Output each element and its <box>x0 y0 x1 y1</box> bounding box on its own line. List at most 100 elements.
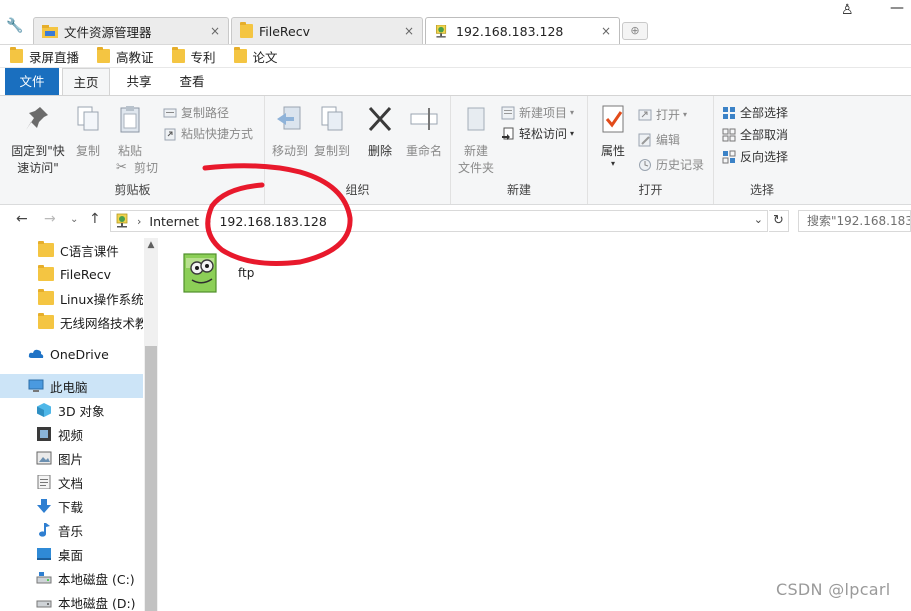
easy-access-label: 轻松访问 <box>519 127 568 141</box>
search-input[interactable]: 搜索"192.168.183.128" <box>798 210 911 232</box>
desktop-icon <box>37 548 51 560</box>
history-button[interactable]: 历史记录 <box>638 156 704 173</box>
paste-shortcut-button[interactable]: 粘贴快捷方式 <box>163 125 253 142</box>
up-arrow-icon[interactable]: ↑ <box>89 211 101 227</box>
nav-item-onedrive[interactable]: OneDrive <box>0 342 143 366</box>
drive-icon <box>36 600 52 608</box>
properties-button[interactable]: 属性 ▾ <box>594 104 632 168</box>
history-icon <box>639 158 651 171</box>
wrench-icon[interactable]: 🔧 <box>6 18 24 36</box>
nav-item-label: Linux操作系统(教 <box>60 291 143 307</box>
nav-item-label: 3D 对象 <box>58 403 105 419</box>
bookmark-item[interactable]: 高教证 <box>97 47 154 66</box>
new-group: 新建 文件夹 新建项目 ▾ 轻松访问 ▾ 新建 <box>451 96 588 204</box>
open-button[interactable]: 打开 ▾ <box>638 106 687 123</box>
ftp-file-item[interactable]: ftp <box>180 248 254 308</box>
back-arrow-icon[interactable]: ← <box>16 211 28 227</box>
tab-share[interactable]: 共享 <box>117 68 161 95</box>
nav-item-drive-d[interactable]: 本地磁盘 (D:) <box>0 590 143 611</box>
pin-label-line1: 固定到"快 <box>11 144 65 158</box>
nav-item-documents[interactable]: 文档 <box>0 470 143 494</box>
tab-label: FileRecv <box>259 23 311 39</box>
chevron-down-icon: ▾ <box>610 159 615 168</box>
select-all-label: 全部选择 <box>740 106 789 120</box>
tab-ftp-address[interactable]: 192.168.183.128 × <box>425 17 620 45</box>
nav-item-wireless[interactable]: 无线网络技术教 <box>0 310 143 334</box>
address-bar[interactable]: › Internet › 192.168.183.128 ⌄ <box>110 210 768 232</box>
tab-filerecv[interactable]: FileRecv × <box>231 17 423 44</box>
folder-icon <box>38 241 54 257</box>
tab-view[interactable]: 查看 <box>170 68 214 95</box>
nav-item-label: 音乐 <box>58 523 84 539</box>
nav-item-desktop[interactable]: 桌面 <box>0 542 143 566</box>
nav-item-label: 图片 <box>58 451 84 467</box>
rename-button[interactable]: 重命名 <box>402 104 446 160</box>
nav-item-drive-c[interactable]: 本地磁盘 (C:) <box>0 566 143 590</box>
paste-button[interactable]: 粘贴 <box>112 104 148 160</box>
nav-item-label: FileRecv <box>60 266 112 282</box>
copy-path-button[interactable]: 复制路径 <box>163 104 229 121</box>
copy-to-button[interactable]: 复制到 <box>312 104 352 160</box>
close-icon[interactable]: × <box>210 24 220 38</box>
new-folder-label-line2: 文件夹 <box>457 161 494 175</box>
edit-button[interactable]: 编辑 <box>638 131 680 148</box>
recent-locations-chevron-icon[interactable]: ⌄ <box>70 214 78 225</box>
nav-item-label: 本地磁盘 (D:) <box>58 595 136 611</box>
navigation-pane: C语言课件 FileRecv Linux操作系统(教 无线网络技术教 OneDr… <box>0 238 158 611</box>
tab-home[interactable]: 主页 <box>62 68 110 95</box>
forward-arrow-icon[interactable]: → <box>44 211 56 227</box>
nav-item-videos[interactable]: 视频 <box>0 422 143 446</box>
select-none-label: 全部取消 <box>740 128 789 142</box>
new-item-button[interactable]: 新建项目 ▾ <box>501 104 574 121</box>
nav-item-downloads[interactable]: 下载 <box>0 494 143 518</box>
bookmark-item[interactable]: 录屏直播 <box>10 47 79 66</box>
folder-icon <box>240 22 253 38</box>
breadcrumb-ftp-address[interactable]: 192.168.183.128 <box>219 214 326 229</box>
new-tab-button[interactable]: ⊕ <box>622 22 648 40</box>
bookmark-item[interactable]: 论文 <box>233 47 278 66</box>
nav-item-label: C语言课件 <box>60 243 119 259</box>
move-to-button[interactable]: 移动到 <box>270 104 310 160</box>
nav-item-c-course[interactable]: C语言课件 <box>0 238 143 262</box>
paste-shortcut-label: 粘贴快捷方式 <box>181 127 254 141</box>
tab-file-explorer[interactable]: 文件资源管理器 × <box>33 17 229 44</box>
breadcrumb-internet[interactable]: Internet <box>149 214 199 229</box>
select-group-label: 选择 <box>749 183 774 197</box>
copy-button[interactable]: 复制 <box>70 104 106 160</box>
nav-item-this-pc[interactable]: 此电脑 <box>0 374 143 398</box>
file-list-area: ftp <box>160 238 911 611</box>
nav-item-music[interactable]: 音乐 <box>0 518 143 542</box>
pin-quick-access-button[interactable]: 固定到"快 速访问" <box>8 104 68 177</box>
refresh-icon[interactable]: ↻ <box>769 210 789 232</box>
delete-button[interactable]: 删除 <box>363 104 397 160</box>
select-none-button[interactable]: 全部取消 <box>722 126 788 143</box>
nav-item-linux[interactable]: Linux操作系统(教 <box>0 286 143 310</box>
new-folder-icon <box>467 107 485 131</box>
bookmark-item[interactable]: 专利 <box>171 47 216 66</box>
invert-selection-button[interactable]: 反向选择 <box>722 148 788 165</box>
nav-item-pictures[interactable]: 图片 <box>0 446 143 470</box>
select-all-button[interactable]: 全部选择 <box>722 104 788 121</box>
download-icon <box>37 499 51 513</box>
cloud-icon <box>28 349 44 358</box>
user-icon[interactable]: ♙ <box>841 2 854 18</box>
close-icon[interactable]: × <box>601 24 611 38</box>
scroll-up-arrow-icon[interactable]: ▲ <box>144 240 158 250</box>
drive-icon <box>36 572 52 584</box>
nav-item-3d-objects[interactable]: 3D 对象 <box>0 398 143 422</box>
scrollbar-thumb[interactable] <box>145 346 157 611</box>
navigation-scrollbar[interactable]: ▲ <box>144 238 158 611</box>
breadcrumb-separator-icon: › <box>137 214 142 228</box>
cut-button[interactable]: ✂ 剪切 <box>116 159 158 176</box>
minimize-button[interactable]: — <box>890 0 904 16</box>
chevron-down-icon[interactable]: ⌄ <box>754 213 763 226</box>
nav-item-label: 下载 <box>58 499 84 515</box>
nav-item-filerecv[interactable]: FileRecv <box>0 262 143 286</box>
open-icon <box>638 109 652 120</box>
bookmarks-bar: 录屏直播 高教证 专利 论文 <box>0 44 911 68</box>
easy-access-button[interactable]: 轻松访问 ▾ <box>501 125 574 142</box>
close-icon[interactable]: × <box>404 24 414 38</box>
tab-file[interactable]: 文件 <box>5 68 59 95</box>
new-folder-button[interactable]: 新建 文件夹 <box>456 104 496 177</box>
address-row: ← → ⌄ ↑ › Internet › 192.168.183.128 ⌄ ↻… <box>0 205 911 235</box>
